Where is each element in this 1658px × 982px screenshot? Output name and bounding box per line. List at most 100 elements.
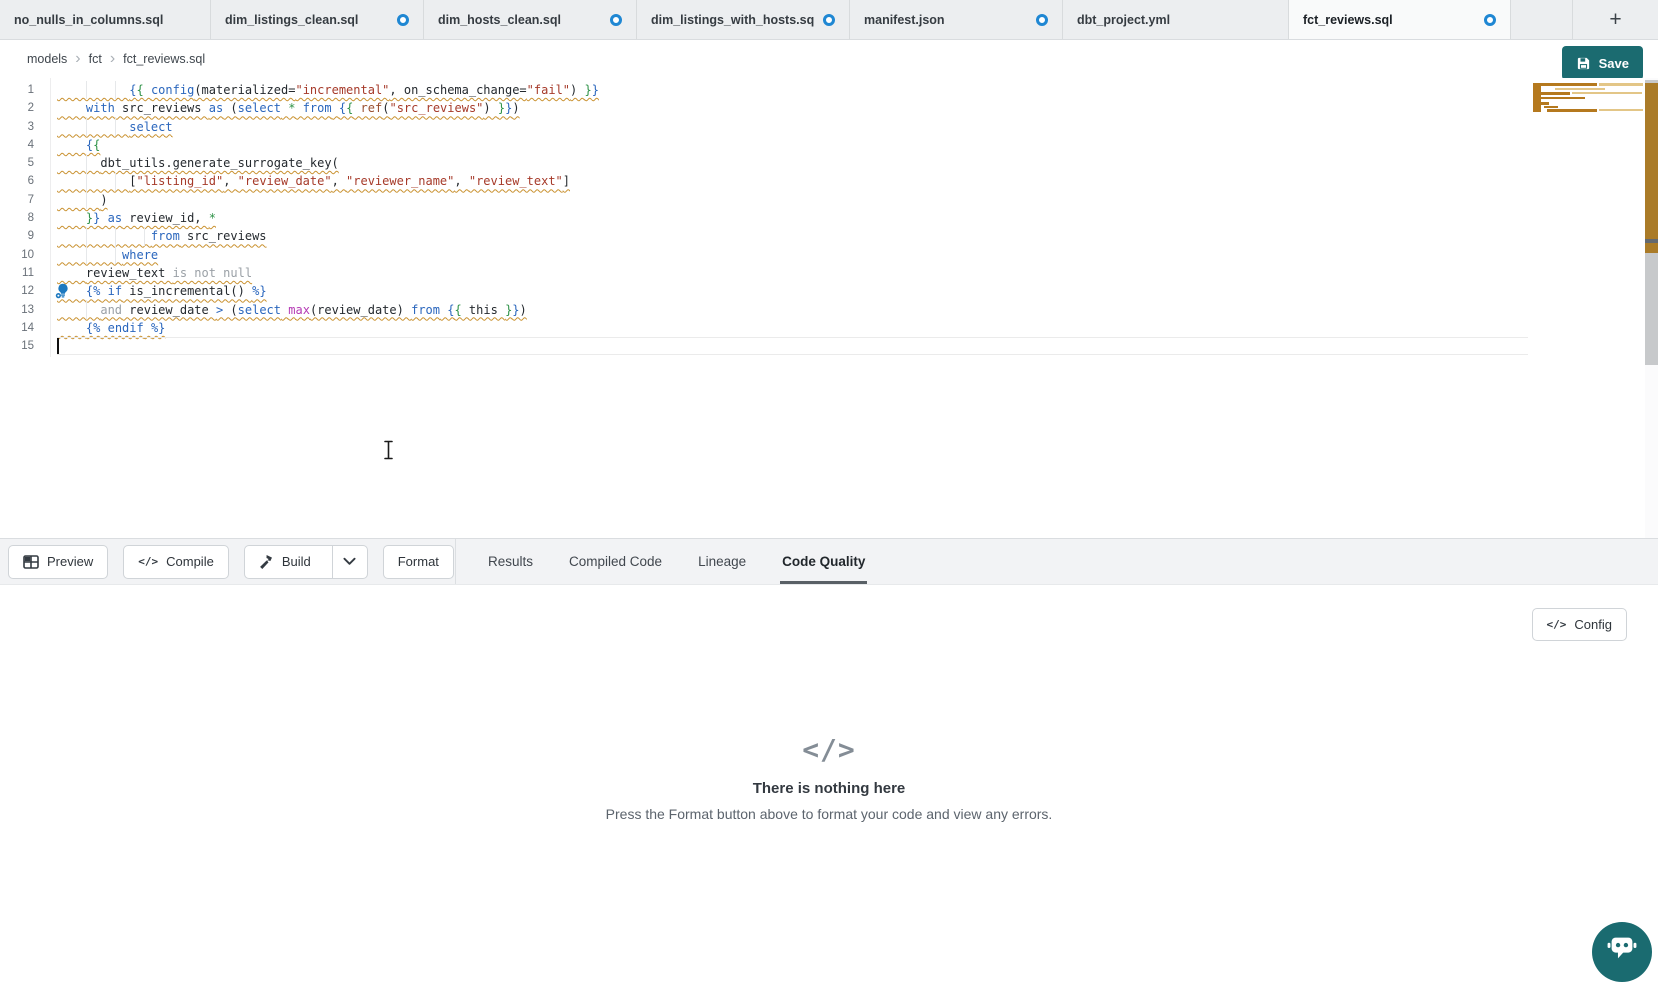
compile-button-label: Compile <box>166 554 214 569</box>
editor-caret <box>57 338 59 354</box>
compile-button[interactable]: </> Compile <box>123 545 229 579</box>
indent-guide <box>86 246 87 264</box>
indent-guide <box>86 227 87 245</box>
code-editor[interactable]: 1 {{ config(materialized="incremental", … <box>0 78 1658 538</box>
minimap-warning-mark <box>1599 109 1643 111</box>
warning-squiggle-text: ["listing_id", "review_date", "reviewer_… <box>57 174 570 188</box>
minimap-warning-mark <box>1572 92 1642 94</box>
code-line[interactable]: 10 where <box>0 246 1658 264</box>
chevron-down-icon <box>343 557 356 566</box>
save-button[interactable]: Save <box>1562 46 1643 80</box>
code-line[interactable]: 5 dbt_utils.generate_surrogate_key( <box>0 154 1658 172</box>
warning-squiggle-text: ) <box>57 193 108 207</box>
save-button-label: Save <box>1599 56 1629 71</box>
code-line[interactable]: 4 {{ <box>0 136 1658 154</box>
minimap-warning-mark <box>1537 92 1570 95</box>
line-number: 2 <box>0 99 34 117</box>
code-line[interactable]: 14 {% endif %} <box>0 319 1658 337</box>
action-buttons-group: Preview </> Compile Build Format <box>0 539 456 584</box>
build-dropdown-button[interactable] <box>332 546 367 578</box>
minimap[interactable] <box>1533 83 1645 173</box>
lightbulb-code-action-icon[interactable] <box>55 283 71 299</box>
line-number: 4 <box>0 136 34 154</box>
panel-tabs: Results Compiled Code Lineage Code Quality <box>486 539 867 584</box>
indent-guide <box>115 172 116 190</box>
line-number: 3 <box>0 118 34 136</box>
table-icon <box>23 555 39 569</box>
warning-squiggle-text: from src_reviews <box>57 229 267 243</box>
tab-label: manifest.json <box>864 13 945 27</box>
preview-button[interactable]: Preview <box>8 545 108 579</box>
minimap-warning-mark <box>1599 83 1643 86</box>
tab-fct_reviews-sql[interactable]: fct_reviews.sql <box>1289 0 1511 39</box>
format-button[interactable]: Format <box>383 545 454 579</box>
build-split-button: Build <box>244 545 368 579</box>
tab-dim_hosts_clean-sql[interactable]: dim_hosts_clean.sql <box>424 0 637 39</box>
code-line[interactable]: 2 with src_reviews as (select * from {{ … <box>0 99 1658 117</box>
code-line[interactable]: 11 review_text is not null <box>0 264 1658 282</box>
tab-dim_listings_clean-sql[interactable]: dim_listings_clean.sql <box>211 0 424 39</box>
code-line[interactable]: 12 {% if is_incremental() %} <box>0 282 1658 300</box>
warning-squiggle-text: {{ config(materialized="incremental", on… <box>57 83 599 97</box>
line-number: 15 <box>0 337 34 355</box>
indent-guide <box>115 81 116 99</box>
tab-dim_listings_with_hosts-sql[interactable]: dim_listings_with_hosts.sql <box>637 0 850 39</box>
breadcrumb-item[interactable]: fct <box>89 52 102 66</box>
tab-bar-spacer <box>1511 0 1573 39</box>
tab-no_nulls_in_columns-sql[interactable]: no_nulls_in_columns.sql <box>0 0 211 39</box>
code-line[interactable]: 13 and review_date > (select max(review_… <box>0 301 1658 319</box>
breadcrumb-item[interactable]: fct_reviews.sql <box>123 52 205 66</box>
code-line[interactable]: 3 select <box>0 118 1658 136</box>
panel-tab-compiled-code[interactable]: Compiled Code <box>567 539 664 584</box>
breadcrumb-item[interactable]: models <box>27 52 67 66</box>
config-button[interactable]: </> Config <box>1532 608 1627 641</box>
hammer-icon <box>258 554 274 570</box>
unsaved-changes-dot-icon <box>1036 14 1048 26</box>
warning-squiggle-text: }} as review_id, * <box>57 211 216 225</box>
line-number: 14 <box>0 319 34 337</box>
chat-fab-button[interactable] <box>1592 922 1652 982</box>
warning-squiggle-text: {% endif %} <box>57 321 165 335</box>
line-number: 6 <box>0 172 34 190</box>
minimap-warning-mark <box>1544 106 1558 108</box>
unsaved-changes-dot-icon <box>397 14 409 26</box>
indent-guide <box>86 81 87 99</box>
empty-state: </> There is nothing here Press the Form… <box>0 733 1658 822</box>
line-number: 13 <box>0 301 34 319</box>
panel-tab-results[interactable]: Results <box>486 539 535 584</box>
panel-tab-lineage[interactable]: Lineage <box>696 539 748 584</box>
code-line[interactable]: 15 <box>0 337 1658 355</box>
tab-label: dim_hosts_clean.sql <box>438 13 561 27</box>
panel-tab-code-quality[interactable]: Code Quality <box>780 539 867 584</box>
line-number: 1 <box>0 81 34 99</box>
code-line[interactable]: 1 {{ config(materialized="incremental", … <box>0 81 1658 99</box>
code-line[interactable]: 8 }} as review_id, * <box>0 209 1658 227</box>
code-slash-icon: </> <box>0 733 1658 766</box>
build-button[interactable]: Build <box>245 546 324 578</box>
preview-button-label: Preview <box>47 554 93 569</box>
line-number: 7 <box>0 191 34 209</box>
plus-icon: + <box>1609 8 1621 32</box>
line-number: 10 <box>0 246 34 264</box>
indent-guide <box>86 118 87 136</box>
save-icon <box>1576 56 1591 71</box>
tab-manifest-json[interactable]: manifest.json <box>850 0 1063 39</box>
warning-squiggle-text: review_text is not null <box>57 266 252 280</box>
ruler-cursor-marker <box>1645 239 1658 243</box>
editor-scrollbar[interactable] <box>1645 78 1658 538</box>
warning-squiggle-text: with src_reviews as (select * from {{ re… <box>57 101 520 115</box>
new-tab-button[interactable]: + <box>1573 0 1658 39</box>
build-button-label: Build <box>282 554 311 569</box>
code-line[interactable]: 7 ) <box>0 191 1658 209</box>
tab-bar: no_nulls_in_columns.sqldim_listings_clea… <box>0 0 1658 40</box>
minimap-warning-mark <box>1547 109 1597 112</box>
unsaved-changes-dot-icon <box>1484 14 1496 26</box>
minimap-warning-mark <box>1537 102 1549 105</box>
line-number: 5 <box>0 154 34 172</box>
code-line[interactable]: 6 ["listing_id", "review_date", "reviewe… <box>0 172 1658 190</box>
indent-guide <box>86 154 87 172</box>
empty-state-title: There is nothing here <box>0 780 1658 797</box>
code-line[interactable]: 9 from src_reviews <box>0 227 1658 245</box>
code-quality-panel: </> Config </> There is nothing here Pre… <box>0 585 1658 953</box>
tab-dbt_project-yml[interactable]: dbt_project.yml <box>1063 0 1289 39</box>
